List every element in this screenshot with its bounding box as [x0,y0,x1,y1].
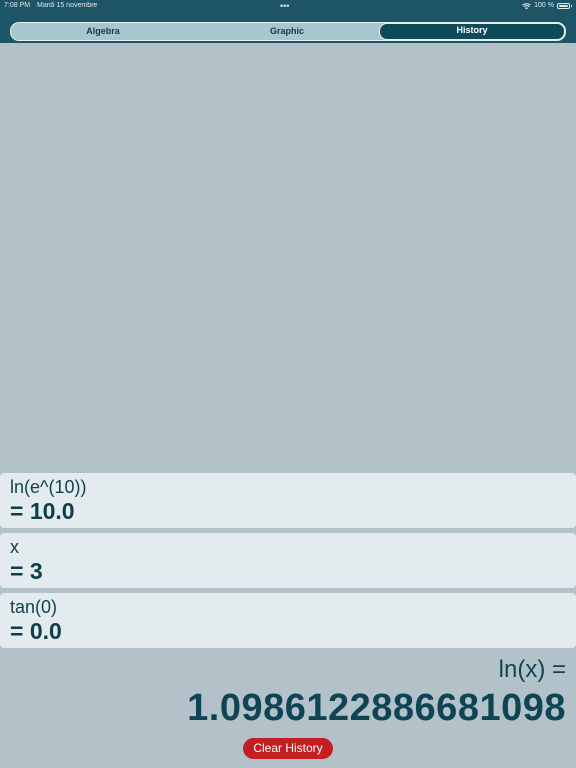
battery-percentage: 100 % [534,2,554,9]
current-result: 1.0986122886681098 [187,687,566,729]
app-header: 7:08 PM Mardi 15 novembre ••• 100 % Alge… [0,0,576,43]
history-item[interactable]: tan(0) = 0.0 [0,593,576,648]
battery-icon [557,3,572,9]
status-right: 100 % [522,0,572,12]
clear-history-button[interactable]: Clear History [243,738,333,759]
view-tabs: Algebra Graphic History [10,22,566,41]
history-expression: tan(0) [10,597,58,617]
current-expression: ln(x) = [498,656,566,683]
tab-algebra[interactable]: Algebra [11,23,195,40]
wifi-icon [522,2,531,9]
history-expression: ln(e^(10)) [10,477,87,497]
status-date: Mardi 15 novembre [37,2,98,9]
status-time: 7:08 PM [4,2,31,9]
tab-history[interactable]: History [379,23,565,40]
history-item[interactable]: x = 3 [0,533,576,588]
current-calculation: ln(x) = 1.0986122886681098 [187,655,566,730]
history-result: = 10.0 [10,498,75,524]
tab-graphic[interactable]: Graphic [195,23,379,40]
multitasking-dots-icon[interactable]: ••• [280,1,289,11]
history-result: = 3 [10,558,43,584]
status-bar: 7:08 PM Mardi 15 novembre ••• 100 % [0,0,576,13]
history-expression: x [10,537,19,557]
history-list: ln(e^(10)) = 10.0 x = 3 tan(0) = 0.0 [0,473,576,653]
history-result: = 0.0 [10,618,62,644]
history-item[interactable]: ln(e^(10)) = 10.0 [0,473,576,528]
